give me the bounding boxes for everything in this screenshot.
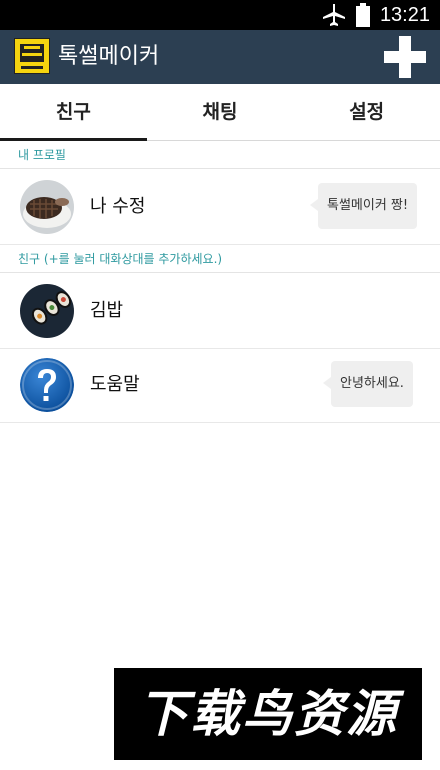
battery-icon <box>355 3 370 27</box>
tab-friends[interactable]: 친구 <box>0 84 147 141</box>
status-icons: 13:21 <box>322 0 430 30</box>
my-status-message: 톡썰메이커 짱! <box>309 183 418 229</box>
my-profile-row[interactable]: 나 수정 톡썰메이커 짱! <box>0 170 440 245</box>
app-title: 톡썰메이커 <box>58 44 160 69</box>
airplane-mode-icon <box>322 4 345 26</box>
plus-icon <box>384 36 426 78</box>
my-profile-section-label: 내 프로필 <box>0 141 440 169</box>
my-profile-name: 나 수정 <box>90 196 146 217</box>
avatar <box>20 284 74 338</box>
watermark-text: 下载鸟资源 <box>138 685 398 743</box>
tab-chats[interactable]: 채팅 <box>147 84 294 140</box>
watermark-logo: 下载鸟资源 <box>114 668 422 760</box>
friend-row[interactable]: 도움말 안녕하세요. <box>0 348 440 423</box>
friend-name: 도움말 <box>90 374 140 395</box>
status-time: 13:21 <box>379 3 430 26</box>
friends-section-label: 친구 (+를 눌러 대화상대를 추가하세요.) <box>0 245 440 273</box>
tab-bar: 친구 채팅 설정 <box>0 84 440 141</box>
tab-settings[interactable]: 설정 <box>293 84 440 140</box>
friend-status-message: 안녕하세요. <box>323 361 413 407</box>
app-bar: 톡썰메이커 <box>0 30 440 84</box>
add-friend-button[interactable] <box>384 36 426 78</box>
status-bar: 13:21 <box>0 0 440 30</box>
friend-name: 김밥 <box>90 300 124 321</box>
help-icon <box>20 358 74 412</box>
app-logo <box>14 38 50 74</box>
friend-row[interactable]: 김밥 <box>0 274 440 349</box>
avatar <box>20 180 74 234</box>
